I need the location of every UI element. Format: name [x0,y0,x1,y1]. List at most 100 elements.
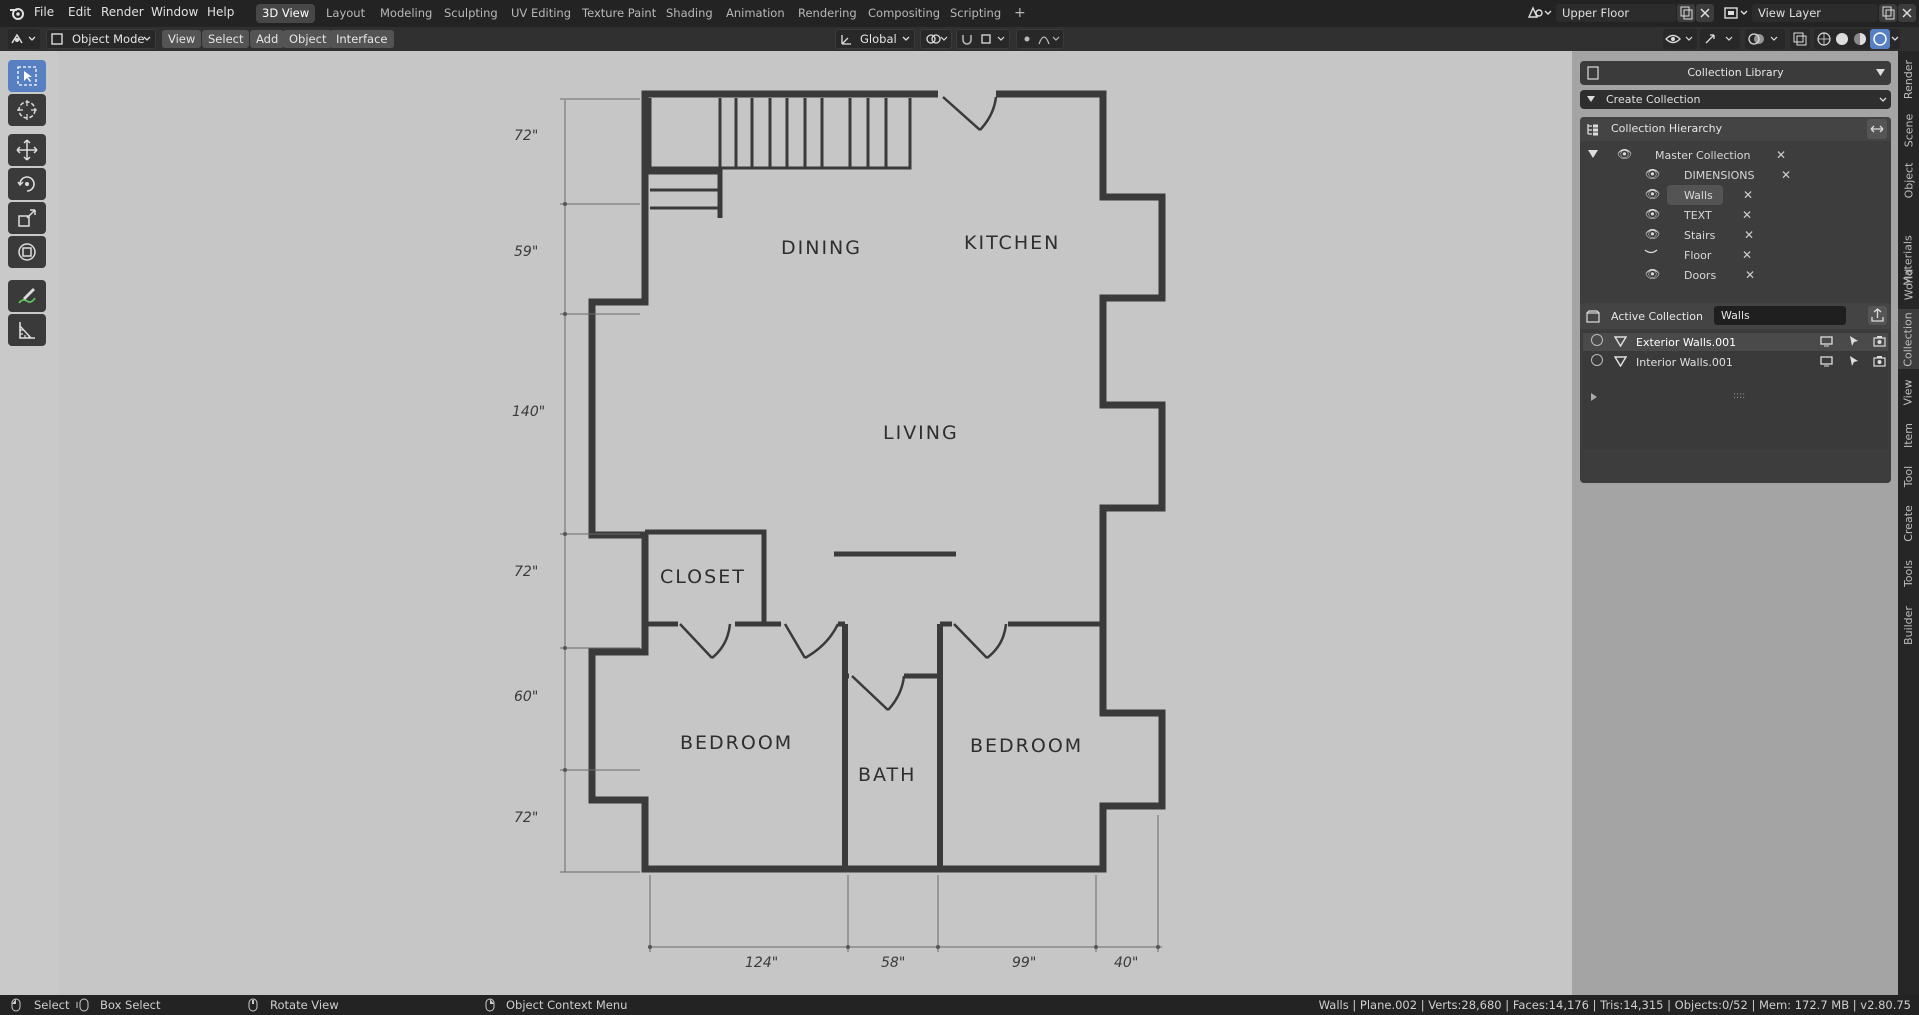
camera-icon[interactable] [1873,335,1886,347]
close-icon[interactable]: ✕ [1742,208,1752,222]
dimension-lines [560,98,1162,952]
monitor-icon[interactable] [1820,336,1833,347]
eye-icon[interactable]: 👁 [1617,147,1632,161]
resize-handle-icon[interactable]: :::: [1733,391,1745,401]
dimension-label: 59" [514,244,539,260]
overlay-dropdown[interactable] [1745,29,1785,49]
radio-icon[interactable] [1591,334,1603,346]
mouse-left-icon [11,998,21,1012]
tab-tool[interactable]: Tool [1898,457,1919,495]
visibility-dropdown[interactable] [1663,29,1697,49]
xray-toggle-icon[interactable] [1790,29,1810,49]
gizmo-dropdown[interactable] [1700,29,1740,49]
close-icon[interactable]: ✕ [1745,268,1755,282]
stairs [648,98,912,210]
dimension-label: 72" [514,564,539,580]
dimension-label: 72" [514,128,539,144]
tab-collection[interactable]: Collection [1898,309,1919,369]
tab-world[interactable]: World [1898,261,1919,307]
dimension-label: 140" [512,404,546,420]
tab-object[interactable]: Object [1898,155,1919,205]
select-arrow-icon[interactable] [1848,355,1860,367]
dimension-label: 60" [514,689,539,705]
tree-item-floor[interactable]: Floor [1684,249,1711,262]
rendered-shading-icon[interactable] [1870,29,1890,49]
close-icon[interactable]: ✕ [1781,168,1791,182]
tree-item-walls[interactable]: Walls [1684,189,1713,202]
room-label-closet: CLOSET [660,566,746,588]
eye-icon[interactable]: 👁 [1645,207,1660,221]
tab-render[interactable]: Render [1898,55,1919,103]
view-layer-field[interactable]: View Layer [1752,4,1878,22]
mouse-right-icon [485,998,495,1012]
stair-wall [645,169,723,218]
tab-item[interactable]: Item [1898,415,1919,455]
tab-view[interactable]: View [1898,371,1919,413]
status-select: Select [34,998,70,1012]
collection-library-header[interactable]: Collection Library [1580,61,1891,85]
select-arrow-icon[interactable] [1848,335,1860,347]
list-item-label[interactable]: Interior Walls.001 [1636,356,1733,369]
chevron-down-icon [1879,97,1887,102]
object-list: Exterior Walls.001 Interior Walls.001 ::… [1583,331,1888,449]
hierarchy-header: Collection Hierarchy [1580,117,1891,141]
view-layer-icon[interactable] [1723,5,1749,21]
tree-item-text[interactable]: TEXT [1684,209,1712,222]
floor-plan-drawing [560,89,1166,952]
delete-view-layer-icon[interactable] [1898,4,1916,22]
new-scene-icon[interactable] [1677,4,1695,22]
eye-closed-icon[interactable] [1644,249,1658,255]
new-view-layer-icon[interactable] [1879,4,1897,22]
expand-triangle-icon[interactable] [1591,393,1597,401]
scene-name-field[interactable]: Upper Floor [1556,4,1676,22]
tab-create[interactable]: Create [1898,495,1919,551]
tab-tools[interactable]: Tools [1898,551,1919,595]
active-collection-field[interactable]: Walls [1714,306,1846,325]
camera-icon[interactable] [1873,355,1886,367]
eye-icon[interactable]: 👁 [1645,167,1660,181]
collection-library-title: Collection Library [1687,66,1784,79]
tab-builder[interactable]: Builder [1898,597,1919,653]
status-context-menu: Object Context Menu [506,998,628,1012]
delete-scene-icon[interactable] [1696,4,1714,22]
wireframe-shading-icon[interactable] [1816,31,1832,47]
export-icon[interactable] [1868,306,1887,325]
room-label-living: LIVING [883,422,959,444]
tree-item-stairs[interactable]: Stairs [1684,229,1715,242]
create-collection-label: Create Collection [1606,93,1701,106]
tree-item-master-collection[interactable]: Master Collection [1655,149,1750,162]
status-rotate-view: Rotate View [270,998,339,1012]
close-icon[interactable]: ✕ [1742,248,1752,262]
doors [679,96,1008,711]
shading-modes [1814,29,1900,49]
material-shading-icon[interactable] [1852,31,1868,47]
expand-icon[interactable] [1867,119,1887,139]
dropdown-arrow-icon[interactable] [1876,69,1885,77]
close-icon[interactable]: ✕ [1743,188,1753,202]
eye-icon[interactable]: 👁 [1645,187,1660,201]
close-icon[interactable]: ✕ [1744,228,1754,242]
collection-box-icon [1586,310,1600,323]
active-collection-panel: Active Collection Walls Exterior Walls.0… [1580,303,1891,483]
monitor-icon[interactable] [1820,356,1833,367]
chevron-down-icon[interactable] [1891,35,1899,43]
solid-shading-icon[interactable] [1834,31,1850,47]
tree-item-dimensions[interactable]: DIMENSIONS [1684,169,1754,182]
status-stats: Walls | Plane.002 | Verts:28,680 | Faces… [1318,998,1911,1012]
sidebar-panel: Collection Library Create Collection Col… [1572,51,1898,995]
mesh-icon [1614,336,1627,347]
list-item-label[interactable]: Exterior Walls.001 [1636,336,1736,349]
sidebar-tabs: Render Scene Object Materials World Coll… [1898,51,1919,995]
disclosure-triangle-icon [1587,96,1595,102]
close-icon[interactable]: ✕ [1776,148,1786,162]
dimension-label: 99" [1012,955,1037,971]
mouse-middle-icon [248,998,258,1012]
eye-icon[interactable]: 👁 [1645,267,1660,281]
tab-scene[interactable]: Scene [1898,107,1919,153]
tree-item-doors[interactable]: Doors [1684,269,1716,282]
create-collection-dropdown[interactable]: Create Collection [1580,90,1891,109]
dimension-label: 40" [1114,955,1139,971]
collapse-triangle-icon[interactable] [1588,150,1598,159]
radio-icon[interactable] [1591,354,1603,366]
eye-icon[interactable]: 👁 [1645,227,1660,241]
